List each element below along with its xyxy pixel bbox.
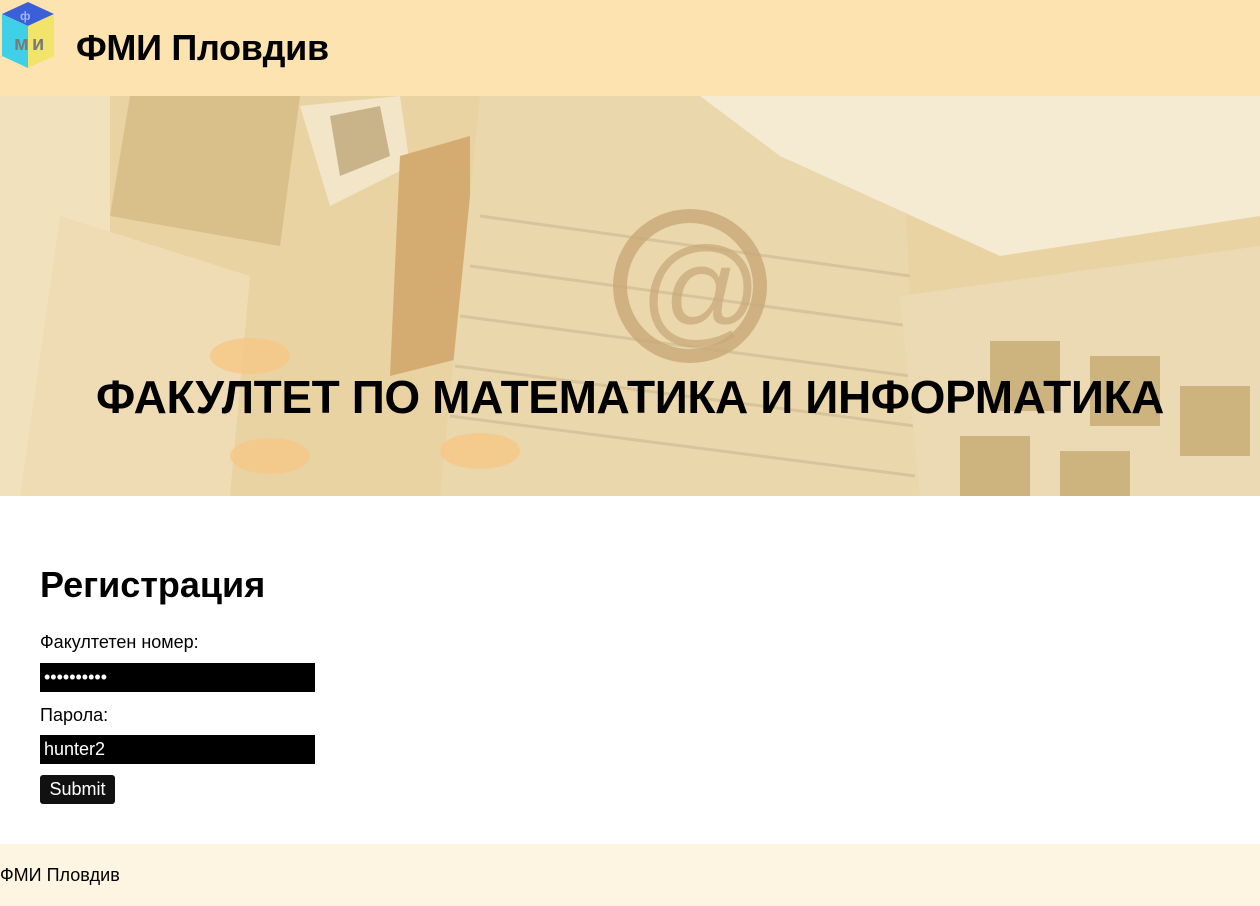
password-field[interactable] xyxy=(40,735,315,764)
site-header: м и ф ФМИ Пловдив xyxy=(0,0,1260,96)
svg-text:и: и xyxy=(32,33,44,55)
svg-text:ф: ф xyxy=(20,9,31,23)
svg-text:м: м xyxy=(14,33,29,55)
site-footer: ФМИ Пловдив xyxy=(0,844,1260,906)
password-label: Парола: xyxy=(40,705,109,725)
hero-background-image: @ xyxy=(0,96,1260,496)
registration-title: Регистрация xyxy=(40,564,266,605)
faculty-number-label: Факултетен номер: xyxy=(40,632,199,652)
svg-text:@: @ xyxy=(640,223,762,357)
footer-text: ФМИ Пловдив xyxy=(0,865,120,885)
hero-banner: @ ФАКУЛТЕТ ПО МАТЕМАТИКА И ИНФОРМАТИКА xyxy=(0,96,1260,496)
site-title[interactable]: ФМИ Пловдив xyxy=(76,28,329,68)
hero-title: ФАКУЛТЕТ ПО МАТЕМАТИКА И ИНФОРМАТИКА xyxy=(95,371,1165,423)
fmi-logo-icon[interactable]: м и ф xyxy=(0,0,58,70)
submit-button[interactable]: Submit xyxy=(40,775,115,804)
faculty-number-field[interactable] xyxy=(40,663,315,692)
